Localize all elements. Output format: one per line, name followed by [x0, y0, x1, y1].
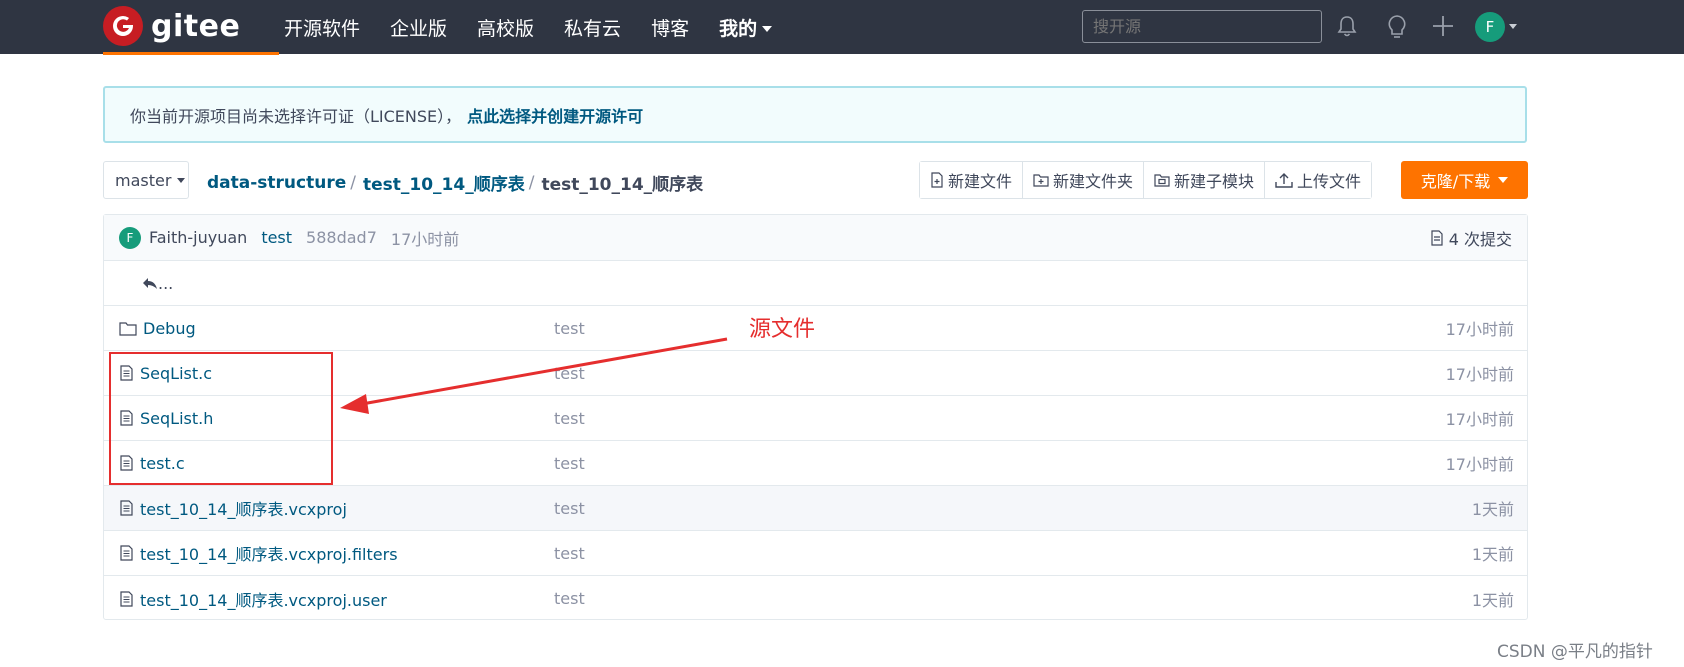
file-icon — [120, 545, 133, 561]
active-tab-indicator — [103, 52, 279, 55]
commit-author-avatar[interactable]: F — [119, 226, 141, 249]
file-commit-message[interactable]: test — [554, 364, 585, 383]
bell-icon[interactable] — [1336, 14, 1358, 42]
folder-icon — [119, 321, 137, 336]
chevron-down-icon — [177, 177, 186, 183]
user-avatar[interactable]: F — [1475, 12, 1505, 42]
file-time: 17小时前 — [1445, 365, 1514, 384]
plus-icon[interactable] — [1432, 15, 1454, 41]
file-icon — [120, 500, 133, 516]
new-file-label: 新建文件 — [948, 172, 1013, 191]
breadcrumb-separator: / — [350, 172, 356, 193]
breadcrumb-separator: / — [528, 172, 535, 193]
file-name-link[interactable]: test_10_14_顺序表.vcxproj — [119, 496, 347, 520]
file-commit-message[interactable]: test — [554, 499, 585, 518]
file-commit-message[interactable]: test — [554, 589, 585, 608]
file-name: test_10_14_顺序表.vcxproj.user — [140, 590, 387, 610]
file-row-vcxproj[interactable]: test_10_14_顺序表.vcxproj test 1天前 — [104, 486, 1527, 531]
annotation-label: 源文件 — [749, 317, 816, 342]
nav-item-enterprise[interactable]: 企业版 — [390, 14, 447, 41]
breadcrumb-repo[interactable]: data-structure — [207, 173, 346, 193]
file-time: 17小时前 — [1445, 455, 1514, 474]
annotation-highlight-box — [109, 352, 333, 485]
file-row-debug[interactable]: Debug test 17小时前 — [104, 306, 1527, 351]
file-row-vcxproj-filters[interactable]: test_10_14_顺序表.vcxproj.filters test 1天前 — [104, 531, 1527, 576]
parent-directory-label: ... — [158, 273, 174, 293]
new-submodule-button[interactable]: 新建子模块 — [1144, 162, 1266, 198]
new-file-icon — [931, 172, 943, 188]
file-time: 1天前 — [1471, 545, 1514, 564]
license-notice: 你当前开源项目尚未选择许可证（LICENSE）， 点此选择并创建开源许可 — [103, 86, 1527, 143]
nav-item-open-source[interactable]: 开源软件 — [284, 14, 360, 41]
search-input[interactable] — [1082, 10, 1322, 43]
nav-item-education[interactable]: 高校版 — [477, 14, 534, 41]
upload-file-label: 上传文件 — [1297, 172, 1362, 191]
commit-time: 17小时前 — [390, 229, 460, 249]
upload-icon — [1275, 173, 1293, 188]
submodule-icon — [1154, 174, 1170, 187]
file-name-link[interactable]: test_10_14_顺序表.vcxproj.filters — [119, 541, 398, 565]
breadcrumb-current: test_10_14_顺序表 — [541, 175, 704, 195]
breadcrumb-folder[interactable]: test_10_14_顺序表 — [363, 170, 525, 195]
top-nav-bar: gitee 开源软件 企业版 高校版 私有云 博客 我的 F — [0, 0, 1684, 54]
file-time: 1天前 — [1471, 500, 1514, 519]
clone-download-label: 克隆/下载 — [1420, 172, 1491, 191]
file-commit-message[interactable]: test — [554, 454, 585, 473]
branch-select[interactable]: master — [103, 161, 189, 199]
csdn-watermark: CSDN @平凡的指针 — [1497, 642, 1653, 662]
file-commit-message[interactable]: test — [554, 544, 585, 563]
file-time: 17小时前 — [1445, 410, 1514, 429]
back-arrow-icon — [143, 278, 157, 289]
license-notice-text: 你当前开源项目尚未选择许可证（LICENSE）， — [130, 106, 462, 126]
commit-count-label: 4 次提交 — [1448, 229, 1512, 249]
branch-label: master — [115, 170, 172, 190]
file-name-link[interactable]: Debug — [119, 319, 196, 338]
commit-author[interactable]: Faith-juyuan — [149, 228, 247, 247]
file-row-vcxproj-user[interactable]: test_10_14_顺序表.vcxproj.user test 1天前 — [104, 576, 1527, 621]
file-actions: 新建文件 新建文件夹 新建子模块 上传文件 — [919, 161, 1373, 199]
file-name: test_10_14_顺序表.vcxproj.filters — [140, 545, 398, 564]
file-commit-message[interactable]: test — [554, 409, 585, 428]
commit-message[interactable]: test — [261, 228, 292, 247]
file-name: test_10_14_顺序表.vcxproj — [140, 500, 347, 519]
file-icon — [120, 590, 133, 607]
nav-item-blog[interactable]: 博客 — [651, 14, 689, 41]
choose-license-link[interactable]: 点此选择并创建开源许可 — [467, 103, 643, 127]
commit-count[interactable]: 4 次提交 — [1430, 226, 1512, 250]
nav-item-private-cloud[interactable]: 私有云 — [564, 14, 621, 41]
lightbulb-icon[interactable] — [1386, 14, 1408, 44]
parent-directory-row[interactable]: ... — [104, 261, 1527, 306]
file-name: Debug — [143, 318, 196, 338]
file-commit-message[interactable]: test — [554, 319, 585, 338]
main-nav: 开源软件 企业版 高校版 私有云 博客 我的 — [284, 0, 802, 54]
new-folder-icon — [1033, 174, 1049, 187]
new-folder-label: 新建文件夹 — [1053, 172, 1134, 191]
new-folder-button[interactable]: 新建文件夹 — [1023, 162, 1145, 198]
chevron-down-icon — [762, 26, 773, 32]
new-file-button[interactable]: 新建文件 — [920, 162, 1024, 198]
gitee-logo[interactable]: gitee — [103, 6, 240, 46]
upload-file-button[interactable]: 上传文件 — [1265, 162, 1372, 198]
commits-icon — [1431, 229, 1443, 246]
chevron-down-icon — [1498, 177, 1509, 183]
file-name-link[interactable]: test_10_14_顺序表.vcxproj.user — [119, 587, 387, 611]
clone-download-button[interactable]: 克隆/下载 — [1401, 161, 1528, 199]
file-time: 17小时前 — [1445, 320, 1514, 339]
gitee-logo-text: gitee — [151, 8, 241, 44]
commit-sha[interactable]: 588dad7 — [306, 228, 377, 247]
latest-commit-bar: F Faith-juyuan test 588dad7 17小时前 4 次提交 — [104, 215, 1527, 261]
gitee-logo-icon — [103, 6, 143, 46]
nav-item-mine-label: 我的 — [719, 17, 758, 40]
parent-directory-link[interactable]: ... — [142, 274, 173, 293]
new-submodule-label: 新建子模块 — [1174, 172, 1255, 191]
breadcrumb: data-structure / test_10_14_顺序表 / test_1… — [207, 170, 704, 196]
file-time: 1天前 — [1471, 590, 1514, 610]
avatar-chevron-down-icon[interactable] — [1509, 24, 1517, 29]
nav-item-mine[interactable]: 我的 — [719, 14, 773, 41]
